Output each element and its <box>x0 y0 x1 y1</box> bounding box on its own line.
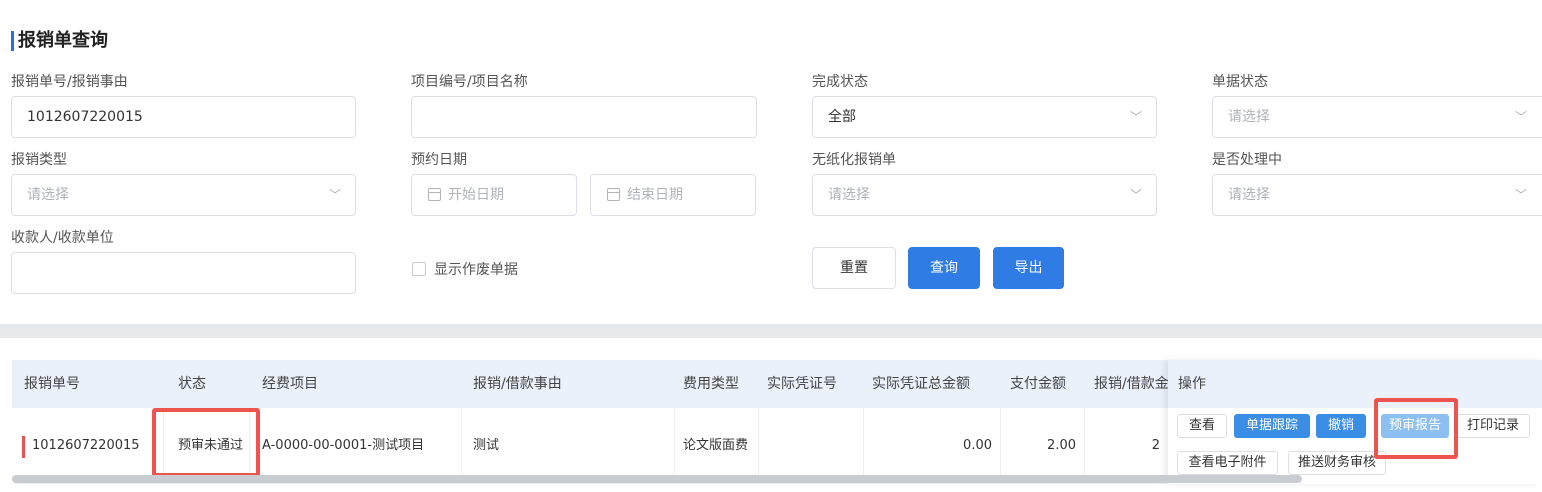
start-date-input[interactable]: 开始日期 <box>411 174 577 216</box>
show-void-label: 显示作废单据 <box>434 262 518 278</box>
col-pay-amount: 支付金额 <box>1010 376 1066 392</box>
export-button[interactable]: 导出 <box>993 247 1064 289</box>
cell-voucher-total: 0.00 <box>864 408 1001 484</box>
reimb-type-select[interactable]: 请选择 ﹀ <box>11 174 356 216</box>
show-void-checkbox[interactable] <box>412 262 426 276</box>
complete-status-select[interactable]: 全部 ﹀ <box>812 96 1157 138</box>
complete-status-label: 完成状态 <box>812 74 868 90</box>
report-highlight-box <box>1374 398 1458 459</box>
col-voucher-no: 实际凭证号 <box>767 376 837 392</box>
col-fee-type: 费用类型 <box>683 376 739 392</box>
project-label: 项目编号/项目名称 <box>411 74 528 90</box>
push-finance-review-button[interactable]: 推送财务审核 <box>1288 451 1386 475</box>
appointment-date-label: 预约日期 <box>411 152 467 168</box>
complete-status-value: 全部 <box>828 109 856 125</box>
start-date-placeholder: 开始日期 <box>448 187 504 203</box>
revoke-button[interactable]: 撤销 <box>1316 414 1366 438</box>
reimbursement-query-page: 报销单查询 报销单号/报销事由 1012607220015 项目编号/项目名称 … <box>0 0 1542 492</box>
col-reason: 报销/借款事由 <box>473 376 562 392</box>
reimb-type-placeholder: 请选择 <box>27 187 69 203</box>
chevron-down-icon: ﹀ <box>1514 110 1527 124</box>
paperless-placeholder: 请选择 <box>828 187 870 203</box>
col-ops: 操作 <box>1168 360 1542 408</box>
cell-reimb-amount: 2 <box>1085 408 1169 484</box>
chevron-down-icon: ﹀ <box>328 188 341 202</box>
track-button[interactable]: 单据跟踪 <box>1234 414 1310 438</box>
status-highlight-box <box>152 408 260 477</box>
reset-button[interactable]: 重置 <box>812 247 896 289</box>
calendar-icon <box>607 188 620 201</box>
col-voucher-total: 实际凭证总金额 <box>872 376 970 392</box>
cell-project: A-0000-00-0001-测试项目 <box>250 408 462 484</box>
col-status: 状态 <box>178 376 206 392</box>
paperless-select[interactable]: 请选择 ﹀ <box>812 174 1157 216</box>
doc-status-select[interactable]: 请选择 ﹀ <box>1212 96 1542 138</box>
doc-status-placeholder: 请选择 <box>1228 109 1270 125</box>
end-date-input[interactable]: 结束日期 <box>590 174 756 216</box>
row-indicator <box>22 436 25 458</box>
reimb-type-label: 报销类型 <box>11 152 67 168</box>
col-reimb-no: 报销单号 <box>24 376 80 392</box>
chevron-down-icon: ﹀ <box>1129 188 1142 202</box>
query-button[interactable]: 查询 <box>908 247 980 289</box>
calendar-icon <box>428 188 441 201</box>
project-input[interactable] <box>411 96 757 138</box>
processing-placeholder: 请选择 <box>1228 187 1270 203</box>
cell-reason: 测试 <box>462 408 675 484</box>
view-button[interactable]: 查看 <box>1177 414 1227 438</box>
section-divider <box>0 324 1542 338</box>
cell-reimb-no: 1012607220015 <box>12 408 164 484</box>
col-reimb-amount: 报销/借款金 <box>1094 376 1169 392</box>
payee-label: 收款人/收款单位 <box>11 230 114 246</box>
cell-voucher-no <box>759 408 864 484</box>
cell-pay-amount: 2.00 <box>1001 408 1085 484</box>
horizontal-scrollbar[interactable] <box>12 475 1302 483</box>
paperless-label: 无纸化报销单 <box>812 152 896 168</box>
cell-fee-type: 论文版面费 <box>675 408 759 484</box>
col-project: 经费项目 <box>262 376 318 392</box>
view-attachment-button[interactable]: 查看电子附件 <box>1177 451 1278 475</box>
payee-input[interactable] <box>11 252 356 294</box>
end-date-placeholder: 结束日期 <box>627 187 683 203</box>
reimb-no-label: 报销单号/报销事由 <box>11 74 128 90</box>
processing-select[interactable]: 请选择 ﹀ <box>1212 174 1542 216</box>
ops-column: 操作 查看 单据跟踪 撤销 预审报告 打印记录 查看电子附件 推送财务审核 <box>1168 360 1542 484</box>
chevron-down-icon: ﹀ <box>1514 188 1527 202</box>
page-title: 报销单查询 <box>11 31 108 51</box>
chevron-down-icon: ﹀ <box>1129 110 1142 124</box>
print-record-button[interactable]: 打印记录 <box>1456 414 1530 438</box>
doc-status-label: 单据状态 <box>1212 74 1268 90</box>
reimb-no-input[interactable]: 1012607220015 <box>11 96 356 138</box>
processing-label: 是否处理中 <box>1212 152 1282 168</box>
